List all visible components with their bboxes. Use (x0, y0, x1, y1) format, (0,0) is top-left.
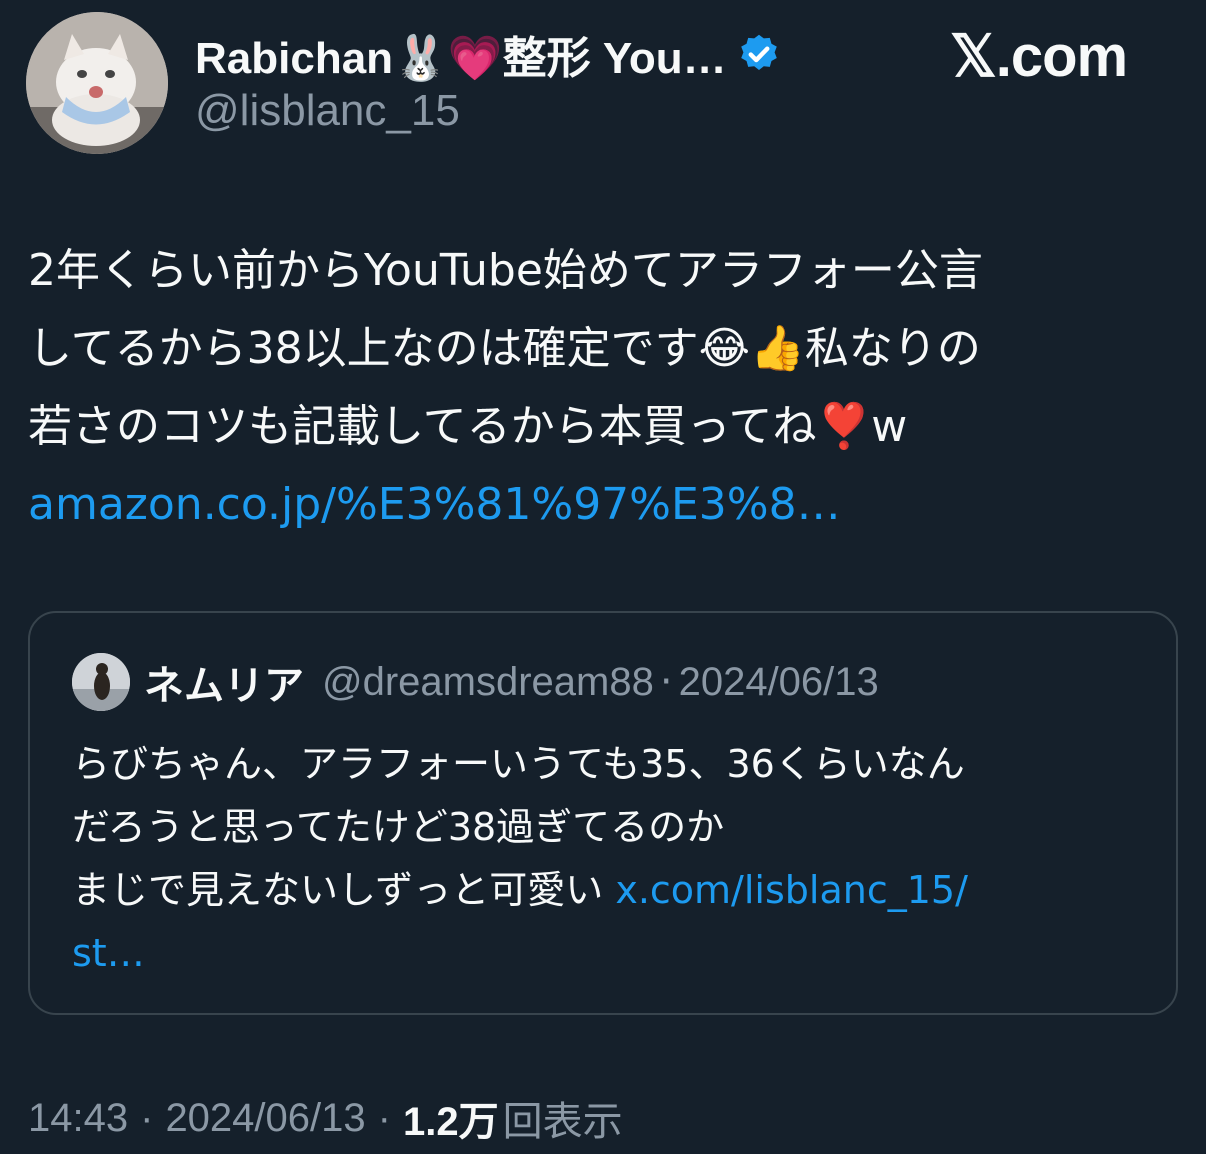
quote-line-3: まじで見えないしずっと可愛い x.com/lisblanc_15/ (72, 859, 1152, 922)
meta-separator-2: · (377, 1095, 391, 1140)
quote-header: ネムリア @dreamsdream88 · 2024/06/13 (144, 653, 879, 711)
tweet-meta: 14:43 · 2024/06/13 · 1.2万 回表示 (28, 1090, 623, 1146)
quote-link-continued[interactable]: st… (72, 922, 1152, 985)
views-count: 1.2万 (402, 1100, 499, 1144)
author-display-name[interactable]: Rabichan🐰💗整形 You… (195, 22, 727, 86)
quote-author-name[interactable]: ネムリア (144, 653, 304, 711)
tweet-screenshot: Rabichan🐰💗整形 You… @lisblanc_15 𝕏.com 2年く… (0, 0, 1206, 1154)
tweet-time[interactable]: 14:43 (28, 1096, 128, 1141)
tweet-date[interactable]: 2024/06/13 (165, 1096, 365, 1141)
amazon-link[interactable]: amazon.co.jp/%E3%81%97%E3%8… (28, 466, 1178, 544)
tweet-line-1: 2年くらい前からYouTube始めてアラフォー公言 (28, 245, 983, 296)
quote-author-avatar[interactable] (72, 653, 130, 711)
quote-avatar-icon (72, 653, 130, 711)
quoted-tweet-card[interactable]: ネムリア @dreamsdream88 · 2024/06/13 らびちゃん、ア… (28, 611, 1178, 1015)
quote-line-2: だろうと思ってたけど38過ぎてるのか (72, 805, 725, 849)
meta-separator-1: · (140, 1095, 154, 1140)
verified-badge-icon (737, 32, 781, 76)
tweet-text: 2年くらい前からYouTube始めてアラフォー公言 してるから38以上なのは確定… (28, 232, 1178, 544)
author-avatar[interactable] (26, 12, 168, 154)
quote-line-1: らびちゃん、アラフォーいうても35、36くらいなん (72, 742, 965, 786)
author-name-row[interactable]: Rabichan🐰💗整形 You… (195, 24, 781, 84)
tweet-line-2: してるから38以上なのは確定です😂👍私なりの (28, 323, 981, 374)
tweet-line-3: 若さのコツも記載してるから本買ってね❣️w (28, 401, 908, 452)
quote-line-3-text: まじで見えないしずっと可愛い (72, 868, 616, 912)
white-cat-avatar-icon (26, 12, 168, 154)
quote-link[interactable]: x.com/lisblanc_15/ (615, 868, 968, 912)
quote-date[interactable]: 2024/06/13 (679, 660, 879, 705)
quote-separator: · (659, 659, 673, 705)
views-label: 回表示 (502, 1099, 623, 1145)
x-logo: 𝕏.com (950, 24, 1128, 89)
quote-author-handle[interactable]: @dreamsdream88 (322, 660, 654, 705)
author-handle[interactable]: @lisblanc_15 (195, 86, 460, 136)
quote-text: らびちゃん、アラフォーいうても35、36くらいなん だろうと思ってたけど38過ぎ… (72, 733, 1152, 985)
